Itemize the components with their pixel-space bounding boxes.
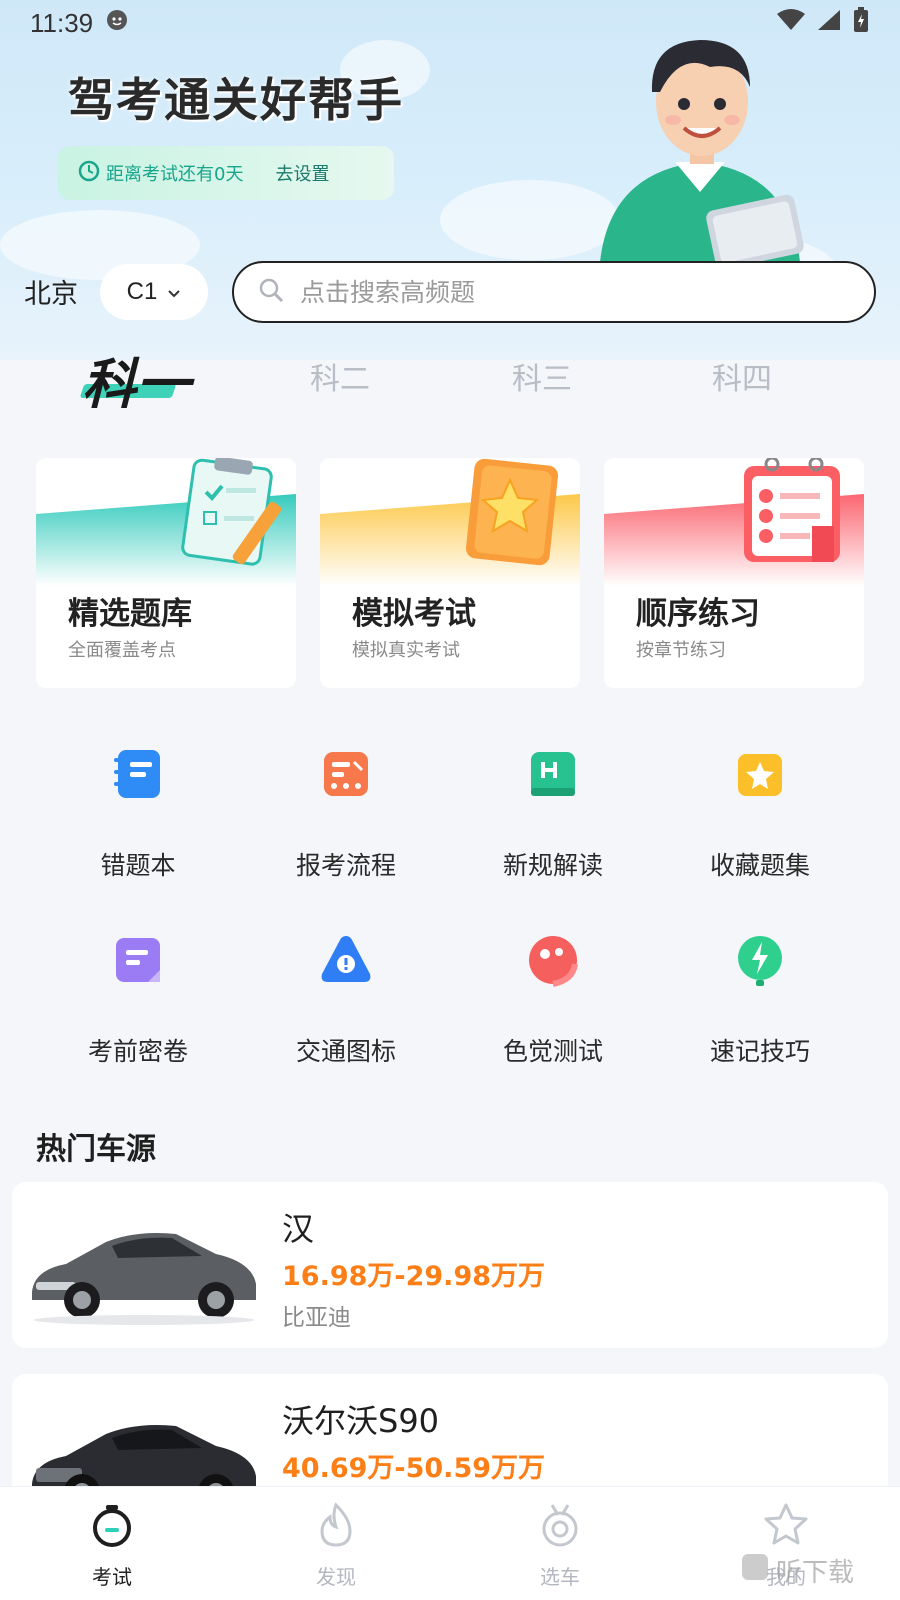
tool-label: 收藏题集 [709, 851, 810, 880]
search-icon [258, 277, 284, 307]
card-header-red [604, 458, 864, 586]
tool-label: 交通图标 [295, 1037, 396, 1066]
stopwatch-icon [93, 1505, 131, 1547]
car-name: 沃尔沃S90 [282, 1402, 440, 1440]
hero-title: 驾考通关好帮手 [68, 73, 404, 127]
tool-new-rules[interactable]: 新规解读 [463, 744, 643, 882]
chevron-down-icon [167, 278, 181, 306]
paper-icon [116, 938, 160, 982]
hot-cars-title: 热门车源 [36, 1132, 156, 1167]
tool-label: 考前密卷 [87, 1037, 188, 1066]
search-bar[interactable] [232, 261, 876, 323]
car-card[interactable]: 汉 16.98万-29.98万万 比亚迪 [12, 1182, 888, 1348]
tool-favorites[interactable]: 收藏题集 [670, 744, 850, 882]
card-subtitle: 全面覆盖考点 [68, 640, 176, 661]
countdown-text: 距离考试还有0天 [106, 164, 244, 185]
car-brand: 比亚迪 [282, 1305, 351, 1331]
flame-icon [320, 1502, 352, 1547]
warning-sign-icon [321, 936, 371, 982]
card-title: 模拟考试 [352, 596, 476, 632]
watermark-logo-icon [740, 1552, 770, 1589]
car-price: 40.69万-50.59万万 [282, 1453, 546, 1484]
nav-label: 选车 [540, 1565, 580, 1589]
tool-label: 错题本 [100, 851, 176, 880]
tool-label: 新规解读 [502, 851, 603, 880]
tab-subject-3[interactable]: 科三 [512, 354, 572, 398]
tool-traffic-signs[interactable]: 交通图标 [256, 930, 436, 1068]
car-image [32, 1233, 256, 1325]
tool-label: 报考流程 [295, 851, 396, 880]
rulebook-icon [531, 752, 575, 796]
set-exam-date-link[interactable]: 去设置 [275, 160, 329, 186]
star-icon [764, 1503, 808, 1545]
car-name: 汉 [282, 1210, 315, 1248]
wheel-badge-icon [542, 1504, 578, 1547]
card-question-bank[interactable]: 精选题库 全面覆盖考点 [36, 458, 296, 688]
battery-icon [852, 6, 870, 40]
card-mock-exam[interactable]: 模拟考试 模拟真实考试 [320, 458, 580, 688]
tool-secret-papers[interactable]: 考前密卷 [48, 930, 228, 1068]
tool-wrong-questions[interactable]: 错题本 [48, 744, 228, 882]
exam-countdown[interactable]: 距离考试还有0天 去设置 [58, 146, 394, 200]
lightning-icon [738, 936, 782, 986]
clock-icon [78, 160, 100, 187]
app-notification-icon [105, 8, 129, 39]
nav-label: 考试 [92, 1565, 132, 1589]
status-time: 11:39 [30, 7, 94, 38]
tab-subject-4[interactable]: 科四 [712, 354, 772, 398]
license-type-selector[interactable]: C1 [100, 264, 208, 320]
subject-tabs: 科一 科二 科三 科四 [0, 340, 900, 420]
search-input[interactable] [300, 277, 820, 307]
tab-subject-2[interactable]: 科二 [310, 354, 370, 398]
tool-registration-process[interactable]: 报考流程 [256, 744, 436, 882]
star-folder-icon [738, 754, 782, 796]
card-subtitle: 模拟真实考试 [352, 640, 460, 661]
nav-exam[interactable]: 考试 [52, 1501, 172, 1590]
flow-icon [324, 752, 368, 796]
license-type-label: C1 [126, 278, 158, 305]
card-sequential-practice[interactable]: 顺序练习 按章节练习 [604, 458, 864, 688]
card-subtitle: 按章节练习 [636, 640, 726, 661]
card-header-yellow [320, 458, 580, 586]
notebook-icon [114, 750, 160, 798]
car-price: 16.98万-29.98万万 [282, 1261, 546, 1292]
tool-memory-tips[interactable]: 速记技巧 [670, 930, 850, 1068]
city-selector[interactable]: 北京 [24, 272, 78, 311]
card-title: 精选题库 [68, 596, 192, 632]
palette-icon [529, 936, 578, 987]
watermark-text: 听下载 [776, 1558, 855, 1588]
nav-label: 发现 [316, 1565, 356, 1589]
watermark: 听下载 [740, 1552, 854, 1589]
tab-subject-1[interactable]: 科一 [82, 340, 190, 419]
card-title: 顺序练习 [636, 596, 760, 632]
card-header-teal [36, 458, 296, 586]
tool-color-vision-test[interactable]: 色觉测试 [463, 930, 643, 1068]
nav-choose-car[interactable]: 选车 [500, 1501, 620, 1590]
tool-label: 速记技巧 [709, 1037, 810, 1066]
instructor-illustration [600, 40, 804, 262]
nav-discover[interactable]: 发现 [276, 1501, 396, 1590]
tool-label: 色觉测试 [502, 1037, 603, 1066]
